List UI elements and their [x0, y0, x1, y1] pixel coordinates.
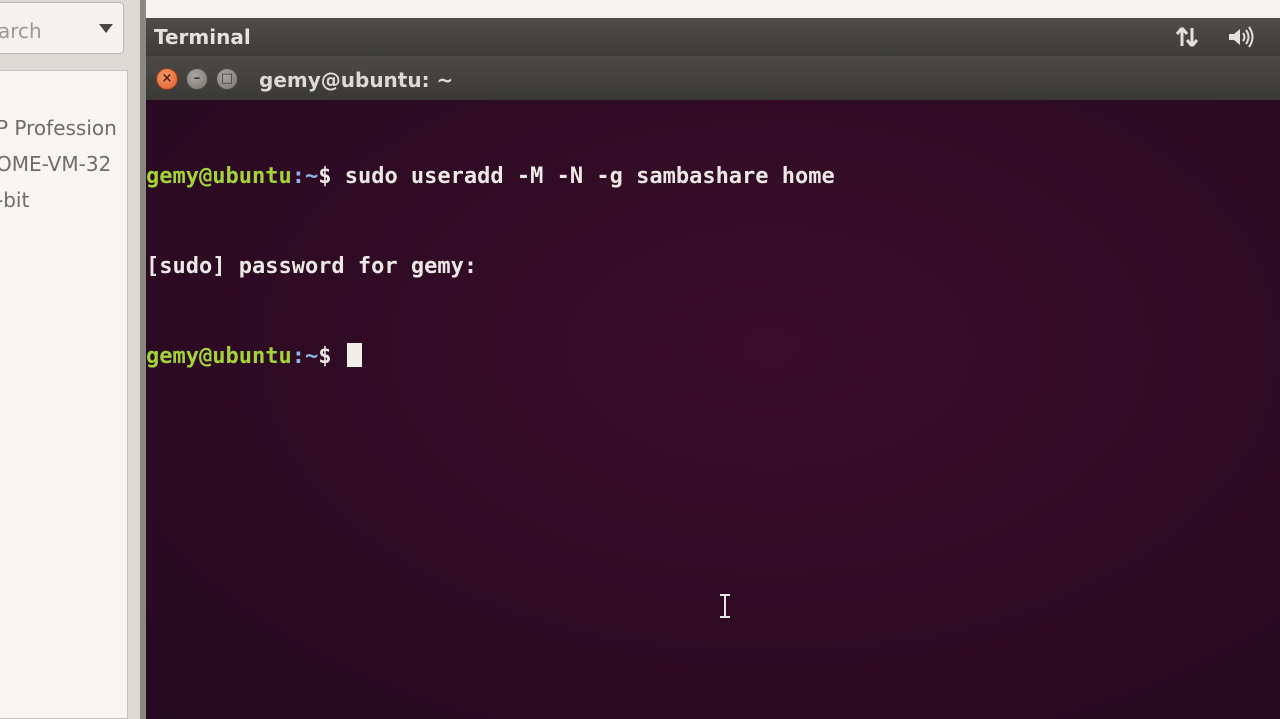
- search-text: arch: [0, 19, 42, 43]
- terminal-output: gemy@ubuntu:~$ sudo useradd -M -N -g sam…: [146, 100, 835, 432]
- terminal-line: gemy@ubuntu:~$ sudo useradd -M -N -g sam…: [146, 162, 835, 192]
- host-top-strip: [146, 0, 1280, 18]
- dropdown-arrow-icon[interactable]: [99, 24, 113, 33]
- text-cursor: [346, 343, 362, 367]
- maximize-button[interactable]: □: [216, 68, 238, 90]
- close-button[interactable]: ×: [156, 68, 178, 90]
- output-text: [sudo] password for gemy:: [146, 254, 478, 279]
- minimize-icon: –: [193, 71, 201, 86]
- prompt-user: gemy@ubuntu: [146, 164, 292, 189]
- minimize-button[interactable]: –: [186, 68, 208, 90]
- network-updown-icon[interactable]: [1172, 24, 1202, 50]
- command-text: sudo useradd -M -N -g sambashare home: [344, 164, 835, 189]
- search-combobox[interactable]: arch: [0, 2, 124, 54]
- close-icon: ×: [161, 71, 173, 86]
- mouse-ibeam-cursor-icon: [720, 594, 730, 618]
- terminal-titlebar[interactable]: × – □ gemy@ubuntu: ~: [146, 56, 1280, 100]
- vm-list-line: OME-VM-32: [0, 152, 112, 176]
- vm-list-line: -bit: [0, 188, 30, 212]
- terminal-line: [sudo] password for gemy:: [146, 252, 835, 282]
- network-updown-icon-glyph: [1175, 27, 1199, 47]
- terminal-area[interactable]: gemy@ubuntu:~$ sudo useradd -M -N -g sam…: [146, 100, 1280, 719]
- sound-volume-icon[interactable]: [1226, 24, 1256, 50]
- vm-list[interactable]: P Profession OME-VM-32 -bit: [0, 70, 128, 719]
- sound-volume-icon-glyph: [1229, 26, 1254, 48]
- terminal-line: gemy@ubuntu:~$: [146, 342, 835, 372]
- panel-app-title: Terminal: [154, 25, 251, 49]
- prompt-symbol: $: [318, 344, 345, 369]
- top-panel: Terminal: [146, 18, 1280, 56]
- host-sidebar: arch P Profession OME-VM-32 -bit: [0, 0, 140, 719]
- vm-list-line: P Profession: [0, 116, 117, 140]
- prompt-path: :~: [291, 344, 319, 369]
- prompt-path: :~: [291, 164, 319, 189]
- window-title: gemy@ubuntu: ~: [259, 68, 454, 92]
- prompt-symbol: $: [318, 164, 345, 189]
- prompt-user: gemy@ubuntu: [146, 344, 292, 369]
- maximize-icon: □: [220, 71, 234, 86]
